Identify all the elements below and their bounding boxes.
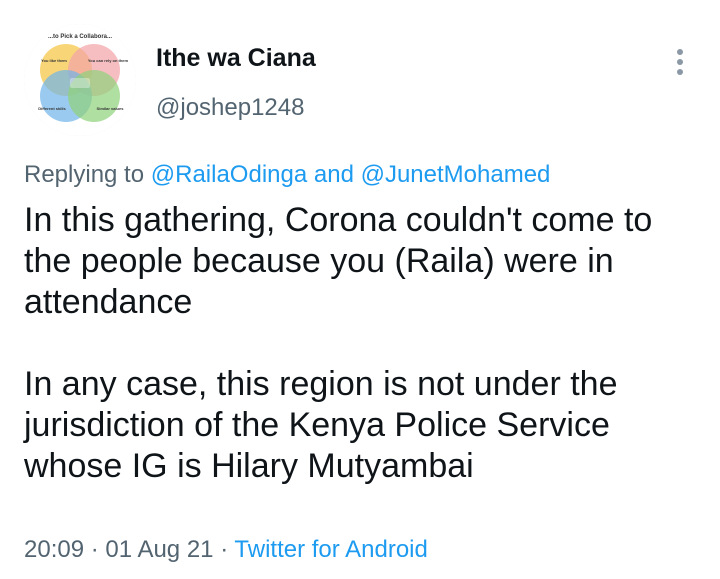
more-vertical-icon (677, 49, 683, 55)
tweet: ...to Pick a Collabora... You like them … (0, 0, 720, 579)
meta-separator: · (220, 536, 229, 563)
avatar-label-bottom-right: Similar values (97, 106, 125, 111)
tweet-time[interactable]: 20:09 (24, 536, 84, 563)
tweet-date[interactable]: 01 Aug 21 (105, 536, 213, 563)
mention-link[interactable]: @RailaOdinga (151, 161, 307, 188)
author-display-name[interactable]: Ithe wa Ciana (156, 44, 316, 73)
replying-conjunction[interactable]: and (314, 161, 354, 188)
avatar-venn-image: ...to Pick a Collabora... You like them … (24, 24, 136, 136)
author-handle[interactable]: @joshep1248 (156, 94, 304, 122)
more-vertical-icon-dot (677, 69, 683, 75)
more-options-button[interactable] (664, 42, 696, 82)
avatar-label-bottom-left: Different skills (38, 106, 66, 111)
avatar[interactable]: ...to Pick a Collabora... You like them … (24, 24, 136, 136)
replying-prefix: Replying to (24, 161, 145, 188)
mention-link[interactable]: @JunetMohamed (361, 161, 551, 188)
tweet-source-link[interactable]: Twitter for Android (234, 536, 427, 563)
tweet-text: In this gathering, Corona couldn't come … (24, 201, 653, 485)
more-vertical-icon-dot (677, 59, 683, 65)
tweet-meta: 20:09 · 01 Aug 21 · Twitter for Android (24, 536, 428, 564)
avatar-title: ...to Pick a Collabora... (48, 34, 112, 40)
meta-separator: · (90, 536, 99, 563)
avatar-label-top-left: You like them (41, 58, 67, 63)
avatar-label-top-right: You can rely on them (88, 58, 129, 63)
replying-to: Replying to @RailaOdinga and @JunetMoham… (24, 161, 550, 189)
